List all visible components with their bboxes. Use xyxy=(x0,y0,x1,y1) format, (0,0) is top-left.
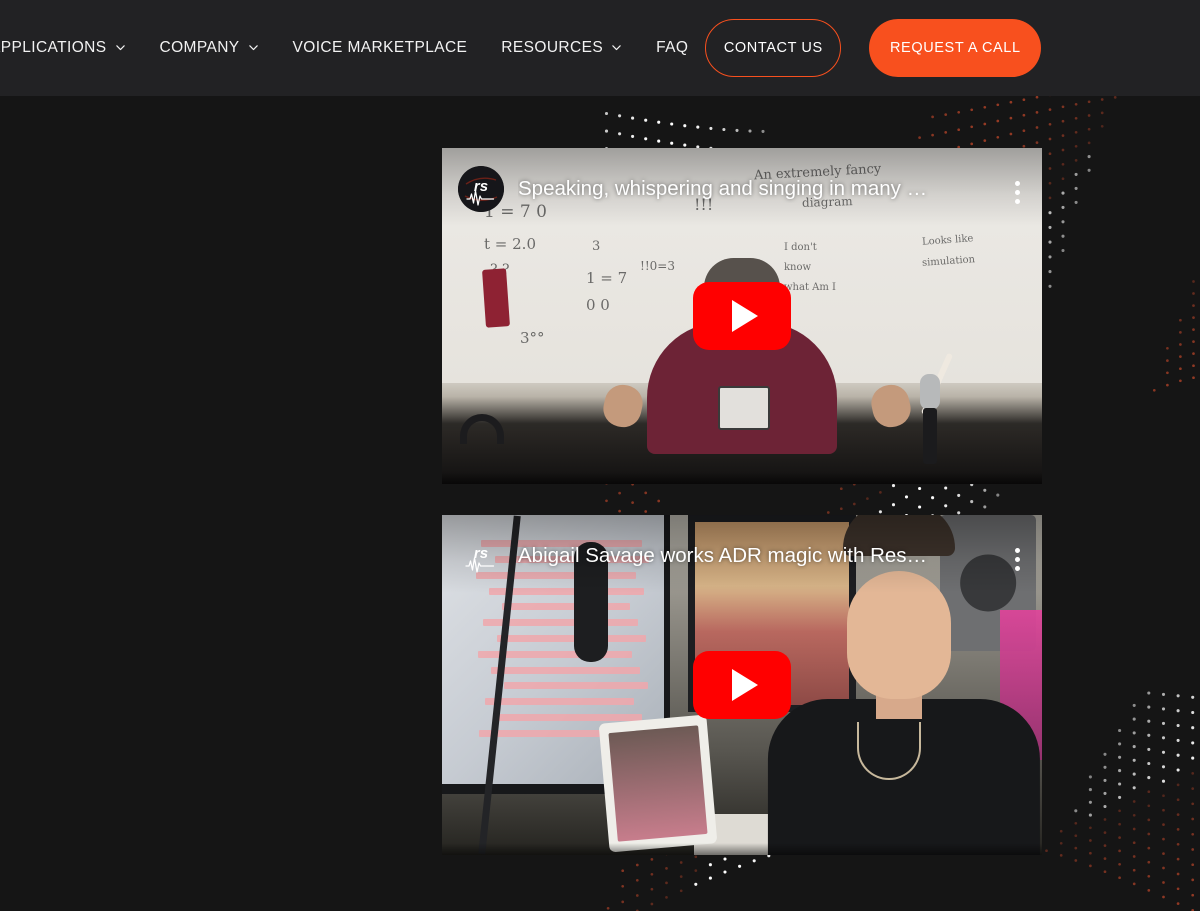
video-1-title: Speaking, whispering and singing in many… xyxy=(518,177,928,200)
respeecher-rs-logo-icon[interactable]: rs xyxy=(458,533,504,579)
youtube-player-1[interactable]: An extremely fancydiagram1 = 7 0t = 2.0?… xyxy=(442,148,1042,484)
whiteboard-note: I don't xyxy=(784,242,817,254)
whiteboard-note: 3°° xyxy=(520,329,545,348)
daw-track-row xyxy=(504,682,648,690)
chevron-down-icon xyxy=(115,42,126,53)
nav-item-company[interactable]: COMPANY xyxy=(143,39,276,57)
kebab-menu-icon[interactable] xyxy=(1006,544,1028,574)
request-a-call-button[interactable]: REQUEST A CALL xyxy=(869,19,1042,77)
play-button[interactable] xyxy=(693,651,791,719)
nav-item-voice-marketplace[interactable]: VOICE MARKETPLACE xyxy=(276,39,485,57)
daw-track-row xyxy=(498,714,642,722)
whiteboard-note: 1 = 7 xyxy=(586,268,628,287)
hero-title-line-1: …or xyxy=(0,330,184,400)
whiteboard-note: 0 0 xyxy=(586,295,610,314)
tablet xyxy=(598,714,718,853)
hero-body-line-3: …ators. xyxy=(0,584,184,626)
kebab-menu-icon[interactable] xyxy=(1006,177,1028,207)
video-1-top-bar: rs Speaking, whispering and singing in m… xyxy=(442,148,1042,226)
svg-text:rs: rs xyxy=(474,545,488,562)
whiteboard-note: 3 xyxy=(592,238,601,254)
video-1-frame: An extremely fancydiagram1 = 7 0t = 2.0?… xyxy=(442,148,1042,484)
video-2-bottom-fade xyxy=(442,843,1042,855)
contact-us-button[interactable]: CONTACT US xyxy=(705,19,842,77)
chevron-down-icon xyxy=(611,42,622,53)
microphone xyxy=(920,373,940,464)
youtube-player-2[interactable]: rs Abigail Savage works ADR magic with R… xyxy=(442,515,1042,855)
daw-track-row xyxy=(485,698,635,706)
hero-title-line-2: …ors xyxy=(0,400,184,470)
nav-item-label: FAQ xyxy=(656,39,689,56)
page-root: APPLICATIONS COMPANY VOICE MARKETPLACE R… xyxy=(0,0,1200,911)
chevron-down-icon xyxy=(248,42,259,53)
whiteboard-eraser xyxy=(482,268,510,328)
nav-item-label: RESOURCES xyxy=(501,39,604,56)
respeecher-rs-logo-icon[interactable]: rs xyxy=(458,166,504,212)
whiteboard-note: t = 2.0 xyxy=(484,235,536,254)
nav-item-label: APPLICATIONS xyxy=(0,39,107,56)
video-2-frame: rs Abigail Savage works ADR magic with R… xyxy=(442,515,1042,855)
video-2-top-bar: rs Abigail Savage works ADR magic with R… xyxy=(442,515,1042,593)
video-1-bottom-fade xyxy=(442,472,1042,484)
daw-track-row xyxy=(502,603,631,611)
nav-item-label: COMPANY xyxy=(159,39,240,56)
play-button[interactable] xyxy=(693,282,791,350)
hero-copy: …or …ors …able from the …akers, game …at… xyxy=(0,330,184,626)
daw-track-row xyxy=(496,634,646,642)
camera-prop xyxy=(718,386,770,431)
main-navigation-bar: APPLICATIONS COMPANY VOICE MARKETPLACE R… xyxy=(0,0,1200,96)
nav-item-resources[interactable]: RESOURCES xyxy=(484,39,639,57)
video-2-title: Abigail Savage works ADR magic with Res… xyxy=(518,544,928,567)
nav-item-faq[interactable]: FAQ xyxy=(639,39,705,57)
nav-item-label: VOICE MARKETPLACE xyxy=(292,39,468,56)
nav-item-applications[interactable]: APPLICATIONS xyxy=(0,39,143,57)
nav-links-group: APPLICATIONS COMPANY VOICE MARKETPLACE R… xyxy=(0,0,705,96)
daw-track-row xyxy=(490,666,640,674)
nav-actions-group: CONTACT US REQUEST A CALL xyxy=(705,19,1200,77)
hero-body-line-2: …akers, game xyxy=(0,542,184,584)
hero-body-line-1: …able from the xyxy=(0,500,184,542)
